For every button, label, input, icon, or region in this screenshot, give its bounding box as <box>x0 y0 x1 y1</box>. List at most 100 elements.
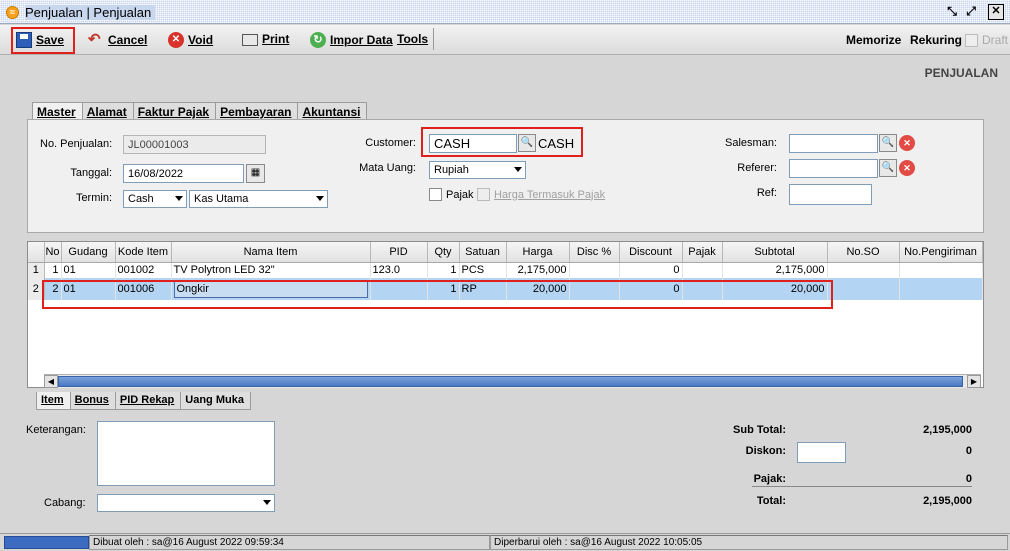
column-header[interactable]: Disc % <box>569 242 620 263</box>
tanggal-label: Tanggal: <box>70 167 112 179</box>
restore-icon[interactable]: ⤡ <box>944 4 960 20</box>
column-header[interactable]: Gudang <box>61 242 116 263</box>
maximize-icon[interactable]: ⤢ <box>963 4 979 20</box>
void-button[interactable]: ✕ Void <box>168 32 213 48</box>
cell-subtotal[interactable]: 2,175,000 <box>722 262 828 278</box>
cell-pid[interactable] <box>370 278 428 300</box>
kas-select[interactable]: Kas Utama <box>189 190 328 208</box>
harga-termasuk-pajak-checkbox[interactable]: Harga Termasuk Pajak <box>477 188 605 201</box>
salesman-clear-icon[interactable]: ✕ <box>899 135 915 151</box>
cell-qty[interactable]: 1 <box>427 262 460 278</box>
diskon-field[interactable] <box>797 442 846 463</box>
cabang-select[interactable] <box>97 494 275 512</box>
draft-checkbox[interactable]: Draft <box>965 33 1008 47</box>
cell-harga[interactable]: 2,175,000 <box>506 262 570 278</box>
cell-kode[interactable]: 001002 <box>115 262 172 278</box>
cell-harga[interactable]: 20,000 <box>506 278 570 300</box>
toolbar-separator <box>433 28 434 50</box>
print-button[interactable]: Print <box>242 32 289 46</box>
column-header[interactable]: Qty <box>427 242 460 263</box>
scroll-left-icon[interactable]: ◀ <box>44 375 58 388</box>
column-header[interactable]: Nama Item <box>171 242 371 263</box>
nama-item-editor[interactable]: Ongkir <box>173 280 368 298</box>
import-data-button[interactable]: ↻ Impor Data <box>310 32 393 48</box>
cell-no[interactable]: 1 <box>44 262 62 278</box>
cell-discount[interactable]: 0 <box>619 278 683 300</box>
harga-pajak-check-box[interactable] <box>477 188 490 201</box>
tab-uang-muka[interactable]: Uang Muka <box>180 392 251 410</box>
tab-item[interactable]: Item <box>36 392 71 410</box>
termin-select[interactable]: Cash <box>123 190 187 208</box>
cell-discount[interactable]: 0 <box>619 262 683 278</box>
salesman-search-icon[interactable]: 🔍 <box>879 134 897 152</box>
scrollbar-thumb[interactable] <box>58 376 963 387</box>
cell-subtotal[interactable]: 20,000 <box>722 278 828 300</box>
tab-faktur-pajak[interactable]: Faktur Pajak <box>132 102 217 120</box>
customer-code-field[interactable]: CASH <box>429 134 517 153</box>
tab-pembayaran[interactable]: Pembayaran <box>215 102 299 120</box>
cell-pajak[interactable] <box>682 262 723 278</box>
cell-nama[interactable]: TV Polytron LED 32" <box>171 262 371 278</box>
column-header[interactable]: No.Pengiriman <box>899 242 983 263</box>
column-header[interactable]: Satuan <box>459 242 507 263</box>
column-header[interactable]: Discount <box>619 242 683 263</box>
referer-search-icon[interactable]: 🔍 <box>879 159 897 177</box>
keterangan-textarea[interactable] <box>97 421 275 486</box>
save-button[interactable]: Save <box>16 32 64 48</box>
tools-button[interactable]: Tools <box>397 32 428 46</box>
tab-akuntansi[interactable]: Akuntansi <box>297 102 368 120</box>
cell-nama[interactable]: Ongkir <box>171 278 371 300</box>
cell-satuan[interactable]: RP <box>459 278 507 300</box>
column-header[interactable]: Subtotal <box>722 242 828 263</box>
cell-gudang[interactable]: 01 <box>61 262 116 278</box>
mata-uang-select[interactable]: Rupiah <box>429 161 526 179</box>
memorize-button[interactable]: Memorize <box>846 33 901 47</box>
tab-pid-rekap[interactable]: PID Rekap <box>114 392 182 410</box>
column-header[interactable]: Kode Item <box>115 242 172 263</box>
scroll-right-icon[interactable]: ▶ <box>967 375 981 388</box>
column-header[interactable]: Harga <box>506 242 570 263</box>
cell-pengiriman[interactable] <box>899 262 983 278</box>
cell-no[interactable]: 2 <box>44 278 62 300</box>
cancel-button[interactable]: ↶ Cancel <box>88 32 147 48</box>
salesman-field[interactable] <box>789 134 878 153</box>
pajak-checkbox[interactable]: Pajak <box>429 188 474 201</box>
chevron-down-icon <box>175 196 183 201</box>
column-header[interactable]: Pajak <box>682 242 723 263</box>
customer-search-icon[interactable]: 🔍 <box>518 134 536 152</box>
column-header[interactable]: PID <box>370 242 428 263</box>
column-header[interactable]: No <box>44 242 62 263</box>
cell-pengiriman[interactable] <box>899 278 983 300</box>
pajak-check-box[interactable] <box>429 188 442 201</box>
column-header[interactable]: No.SO <box>827 242 900 263</box>
rekuring-button[interactable]: Rekuring <box>910 33 962 47</box>
row-number-header <box>28 242 45 263</box>
cell-pajak[interactable] <box>682 278 723 300</box>
horizontal-scrollbar[interactable]: ◀ ▶ <box>44 374 981 388</box>
referer-field[interactable] <box>789 159 878 178</box>
referer-clear-icon[interactable]: ✕ <box>899 160 915 176</box>
table-row[interactable]: 2 2 01 001006 Ongkir 1 RP 20,000 0 20,00… <box>28 278 983 300</box>
status-progress-indicator <box>4 536 89 549</box>
ref-field[interactable] <box>789 184 872 205</box>
table-row[interactable]: 1 1 01 001002 TV Polytron LED 32" 123.0 … <box>28 262 983 278</box>
created-by-status: Dibuat oleh : sa@16 August 2022 09:59:34 <box>89 535 490 550</box>
cell-pid[interactable]: 123.0 <box>370 262 428 278</box>
tab-alamat[interactable]: Alamat <box>81 102 134 120</box>
cell-so[interactable] <box>827 262 900 278</box>
cell-disc[interactable] <box>569 278 620 300</box>
cell-disc[interactable] <box>569 262 620 278</box>
subtotal-value: 2,195,000 <box>923 424 972 436</box>
cell-satuan[interactable]: PCS <box>459 262 507 278</box>
calendar-icon[interactable]: ▦ <box>246 164 265 183</box>
tanggal-field[interactable]: 16/08/2022 <box>123 164 244 183</box>
cell-kode[interactable]: 001006 <box>115 278 172 300</box>
diskon-label: Diskon: <box>745 445 786 457</box>
draft-check-box[interactable] <box>965 33 978 47</box>
tab-bonus[interactable]: Bonus <box>69 392 116 410</box>
close-icon[interactable]: ✕ <box>988 4 1004 20</box>
cell-qty[interactable]: 1 <box>427 278 460 300</box>
mata-uang-value: Rupiah <box>434 164 469 176</box>
cell-so[interactable] <box>827 278 900 300</box>
cell-gudang[interactable]: 01 <box>61 278 116 300</box>
